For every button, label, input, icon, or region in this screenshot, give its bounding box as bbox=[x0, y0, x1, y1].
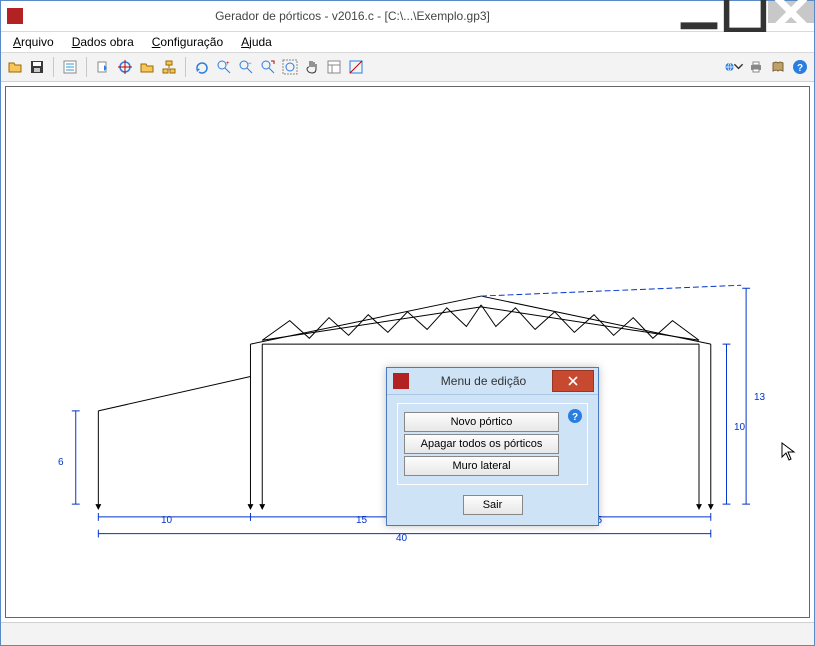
help-icon[interactable]: ? bbox=[790, 57, 810, 77]
app-icon bbox=[7, 8, 23, 24]
menu-dados-obra[interactable]: Dados obra bbox=[64, 33, 142, 51]
dialog-help-icon[interactable]: ? bbox=[567, 408, 583, 424]
dim-15a: 15 bbox=[356, 515, 367, 526]
export-icon[interactable] bbox=[93, 57, 113, 77]
dim-40: 40 bbox=[396, 533, 407, 544]
plan-icon[interactable] bbox=[115, 57, 135, 77]
status-bar bbox=[1, 622, 814, 645]
dialog-panel: ? Novo pórtico Apagar todos os pórticos … bbox=[397, 403, 588, 485]
svg-text:?: ? bbox=[797, 63, 803, 74]
dim-10v: 10 bbox=[734, 422, 745, 433]
dialog-close-button[interactable] bbox=[552, 370, 594, 392]
print-icon[interactable] bbox=[746, 57, 766, 77]
novo-portico-button[interactable]: Novo pórtico bbox=[404, 412, 559, 432]
zoom3-icon[interactable] bbox=[258, 57, 278, 77]
title-bar: Gerador de pórticos - v2016.c - [C:\...\… bbox=[1, 1, 814, 32]
menu-configuracao[interactable]: Configuração bbox=[144, 33, 231, 51]
measure-icon[interactable] bbox=[346, 57, 366, 77]
edit-menu-dialog: Menu de edição ? Novo pórtico Apagar tod… bbox=[386, 367, 599, 526]
zoom-fit-icon[interactable] bbox=[280, 57, 300, 77]
sair-button[interactable]: Sair bbox=[463, 495, 523, 515]
open-icon[interactable] bbox=[5, 57, 25, 77]
menu-bar: Arquivo Dados obra Configuração Ajuda bbox=[1, 32, 814, 53]
menu-arquivo[interactable]: Arquivo bbox=[5, 33, 62, 51]
rebuild-icon[interactable] bbox=[192, 57, 212, 77]
menu-ajuda[interactable]: Ajuda bbox=[233, 33, 280, 51]
list-icon[interactable] bbox=[60, 57, 80, 77]
svg-text:+: + bbox=[226, 61, 230, 67]
svg-text:−: − bbox=[248, 61, 252, 67]
save-icon[interactable] bbox=[27, 57, 47, 77]
close-button[interactable] bbox=[768, 1, 814, 23]
folder-icon[interactable] bbox=[137, 57, 157, 77]
org-icon[interactable] bbox=[159, 57, 179, 77]
dim-6: 6 bbox=[58, 457, 64, 468]
content-area: 10 15 15 40 6 10 13 Menu de edição bbox=[1, 82, 814, 622]
globe-icon[interactable] bbox=[724, 57, 744, 77]
menu-arquivo-label: rquivo bbox=[21, 35, 54, 49]
layers-icon[interactable] bbox=[324, 57, 344, 77]
apagar-todos-button[interactable]: Apagar todos os pórticos bbox=[404, 434, 559, 454]
dim-13: 13 bbox=[754, 392, 765, 403]
dialog-app-icon bbox=[393, 373, 409, 389]
svg-text:?: ? bbox=[572, 412, 578, 423]
book-icon[interactable] bbox=[768, 57, 788, 77]
title-buttons bbox=[676, 1, 814, 31]
dialog-title-bar[interactable]: Menu de edição bbox=[387, 368, 598, 395]
drawing-viewport[interactable]: 10 15 15 40 6 10 13 Menu de edição bbox=[5, 86, 810, 618]
minimize-button[interactable] bbox=[676, 1, 722, 23]
maximize-button[interactable] bbox=[722, 1, 768, 23]
toolbar: + − ? bbox=[1, 53, 814, 82]
zoom1-icon[interactable]: + bbox=[214, 57, 234, 77]
main-window: Gerador de pórticos - v2016.c - [C:\...\… bbox=[0, 0, 815, 646]
window-title: Gerador de pórticos - v2016.c - [C:\...\… bbox=[29, 9, 676, 23]
pan-icon[interactable] bbox=[302, 57, 322, 77]
zoom2-icon[interactable]: − bbox=[236, 57, 256, 77]
portico-drawing bbox=[6, 87, 809, 617]
muro-lateral-button[interactable]: Muro lateral bbox=[404, 456, 559, 476]
dim-10: 10 bbox=[161, 515, 172, 526]
dialog-title: Menu de edição bbox=[415, 374, 552, 388]
mouse-cursor-icon bbox=[781, 442, 797, 462]
